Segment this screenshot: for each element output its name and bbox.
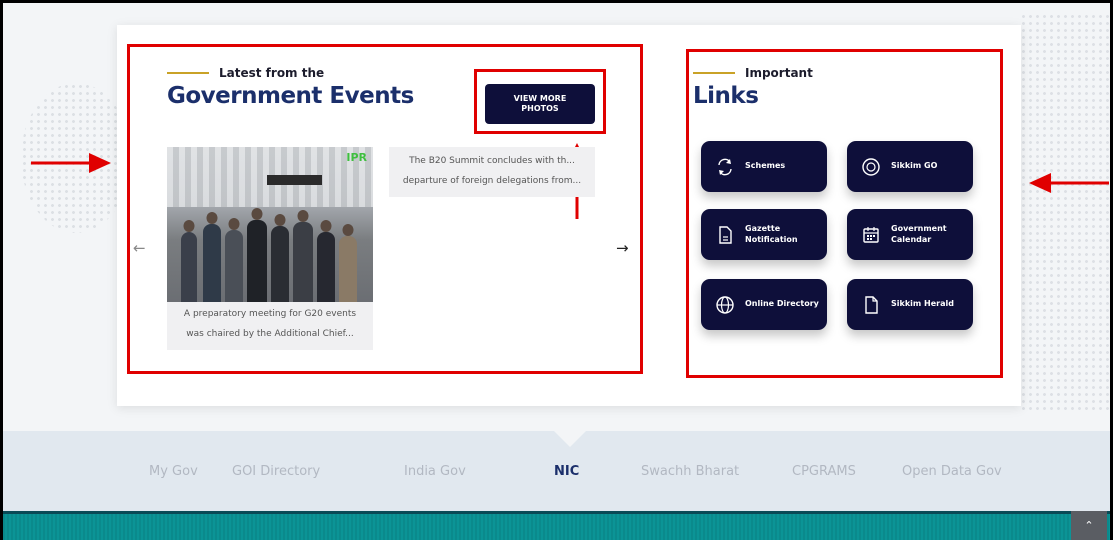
link-label: Sikkim GO	[891, 161, 938, 171]
gold-line	[693, 72, 735, 74]
link-sikkim-herald-button[interactable]: Sikkim Herald	[847, 279, 973, 330]
gold-line	[167, 72, 209, 74]
annotation-arrow-right	[31, 153, 111, 173]
link-label: Online Directory	[745, 299, 819, 309]
link-label: Gazette Notification	[745, 223, 798, 244]
arrow-right-icon: →	[616, 239, 629, 257]
event-photo[interactable]: IPR	[167, 147, 373, 302]
document-icon	[861, 295, 881, 315]
link-sikkim-go-button[interactable]: Sikkim GO	[847, 141, 973, 192]
footer-link-cpgrams[interactable]: CPGRAMS	[792, 464, 856, 479]
footer-links-bar: My Gov GOI Directory India Gov NIC Swach…	[3, 431, 1110, 511]
link-gazette-notification-button[interactable]: Gazette Notification	[701, 209, 827, 260]
active-indicator-notch	[554, 431, 586, 447]
arrow-left-icon: ←	[133, 239, 146, 257]
footer-link-mygov[interactable]: My Gov	[149, 464, 198, 479]
event-caption: A preparatory meeting for G20 events was…	[183, 309, 357, 339]
view-more-photos-button[interactable]: VIEW MORE PHOTOS	[485, 84, 595, 124]
link-online-directory-button[interactable]: Online Directory	[701, 279, 827, 330]
footer-link-nic[interactable]: NIC	[554, 464, 579, 479]
link-schemes-button[interactable]: Schemes	[701, 141, 827, 192]
calendar-icon	[861, 225, 881, 245]
events-eyebrow-text: Latest from the	[219, 66, 325, 80]
events-eyebrow: Latest from the	[167, 66, 324, 80]
globe-icon	[715, 295, 735, 315]
link-label: Schemes	[745, 161, 786, 171]
events-title: Government Events	[167, 83, 414, 109]
footer-link-goi-directory[interactable]: GOI Directory	[232, 464, 320, 479]
refresh-icon	[715, 157, 735, 177]
footer-teal-bar	[3, 511, 1110, 540]
links-eyebrow: Important	[693, 66, 813, 80]
carousel-prev-button[interactable]: ←	[133, 239, 146, 257]
globe-icon	[861, 157, 881, 177]
photo-watermark: IPR	[346, 151, 367, 164]
link-government-calendar-button[interactable]: Government Calendar	[847, 209, 973, 260]
annotation-arrow-left	[1029, 173, 1109, 193]
footer-link-open-data-gov[interactable]: Open Data Gov	[902, 464, 1002, 479]
links-title: Links	[693, 83, 759, 109]
footer-link-india-gov[interactable]: India Gov	[404, 464, 466, 479]
link-label: Sikkim Herald	[891, 299, 954, 309]
decorative-dots-right	[1020, 13, 1110, 413]
document-icon	[715, 225, 735, 245]
carousel-next-button[interactable]: →	[616, 239, 629, 257]
chevron-up-icon: ⌃	[1084, 519, 1094, 532]
scroll-to-top-button[interactable]: ⌃	[1071, 511, 1107, 540]
event-caption: The B20 Summit concludes with th... depa…	[402, 156, 582, 186]
link-label: Government Calendar	[891, 223, 947, 244]
footer-link-swachh-bharat[interactable]: Swachh Bharat	[641, 464, 739, 479]
links-eyebrow-text: Important	[745, 66, 813, 80]
